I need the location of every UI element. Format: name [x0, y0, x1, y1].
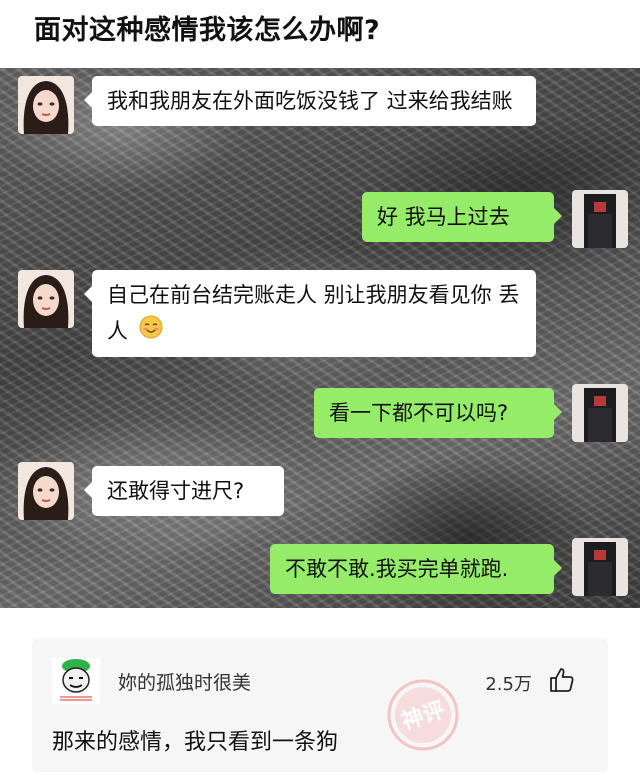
blushing-smile-emoji	[139, 314, 163, 350]
message-text: 我和我朋友在外面吃饭没钱了 过来给我结账	[107, 89, 513, 113]
comment-card: 妳的孤独时很美 神评 2.5万 那来的感情，我只看到一条狗	[32, 638, 608, 772]
girl-avatar[interactable]	[18, 270, 74, 328]
message-bubble-received: 还敢得寸进尺?	[84, 466, 284, 516]
boy-avatar[interactable]	[572, 384, 628, 442]
chat-screenshot: 我和我朋友在外面吃饭没钱了 过来给我结账 好 我马上过去 自己在前台结完账走人 …	[0, 68, 640, 608]
commenter-username[interactable]: 妳的孤独时很美	[118, 668, 251, 695]
thumbs-up-icon[interactable]	[548, 666, 576, 698]
boy-avatar[interactable]	[572, 538, 628, 596]
like-count: 2.5万	[485, 674, 532, 695]
featured-comment-stamp: 神评	[380, 672, 466, 762]
message-bubble-sent: 不敢不敢.我买完单就跑.	[270, 544, 562, 594]
message-text: 还敢得寸进尺?	[107, 479, 245, 503]
message-bubble-received: 我和我朋友在外面吃饭没钱了 过来给我结账	[84, 76, 536, 126]
message-bubble-sent: 好 我马上过去	[362, 192, 562, 242]
message-bubble-received: 自己在前台结完账走人 别让我朋友看见你 丢人	[84, 270, 536, 357]
boy-avatar[interactable]	[572, 190, 628, 248]
comment-text: 那来的感情，我只看到一条狗	[52, 730, 339, 755]
post-title: 面对这种感情我该怎么办啊?	[34, 15, 381, 46]
message-text: 不敢不敢.我买完单就跑.	[285, 557, 509, 581]
commenter-avatar[interactable]	[52, 658, 100, 704]
message-text: 好 我马上过去	[377, 205, 510, 229]
girl-avatar[interactable]	[18, 462, 74, 520]
girl-avatar[interactable]	[18, 76, 74, 134]
message-text: 看一下都不可以吗?	[329, 401, 509, 425]
message-bubble-sent: 看一下都不可以吗?	[314, 388, 562, 438]
message-text: 自己在前台结完账走人 别让我朋友看见你 丢人	[107, 283, 520, 343]
